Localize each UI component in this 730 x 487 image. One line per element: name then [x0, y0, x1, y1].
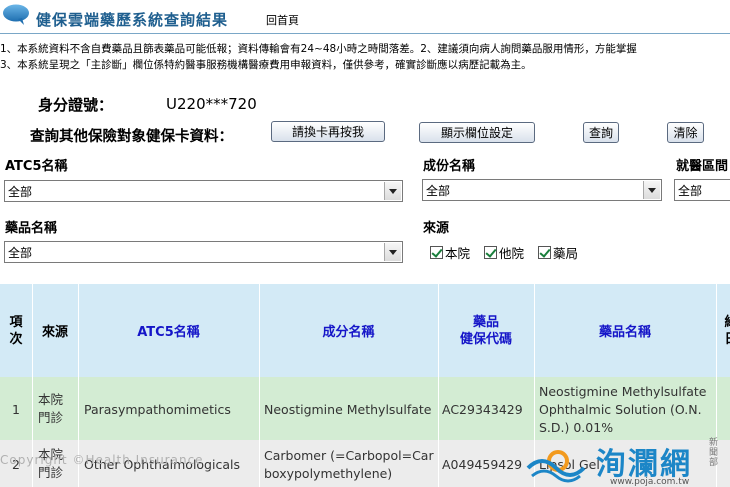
- checkbox-checked-icon[interactable]: [538, 246, 551, 259]
- clear-button[interactable]: 清除: [667, 122, 704, 143]
- region-select-value: 全部: [678, 183, 703, 198]
- cell-atc5: Parasympathomimetics: [84, 402, 231, 417]
- checkbox-checked-icon[interactable]: [484, 246, 497, 259]
- source-checkbox-pharmacy[interactable]: 藥局: [538, 243, 578, 262]
- drug-filter-label: 藥品名稱: [5, 221, 58, 236]
- search-button[interactable]: 查詢: [583, 122, 619, 143]
- logo-url: www.poja.com.tw: [610, 477, 690, 487]
- notice-line-2: 3、本系統呈現之「主診斷」欄位係特約醫事服務機構醫療費用申報資料，僅供參考，確實…: [0, 59, 532, 71]
- chevron-down-icon[interactable]: [384, 243, 401, 261]
- atc5-select-value: 全部: [8, 184, 33, 199]
- cell-drug-line: S.D.) 0.01%: [539, 420, 614, 435]
- header-text: 給: [724, 314, 730, 331]
- ingredient-select-value: 全部: [426, 183, 451, 198]
- wave-logo-icon: [526, 450, 586, 483]
- header-text: 健保代碼: [459, 331, 512, 347]
- source-option-label: 本院: [445, 246, 471, 261]
- column-header-ingredient[interactable]: 成分名稱: [259, 284, 438, 377]
- chevron-down-icon[interactable]: [643, 181, 660, 199]
- copyright-watermark: Copyright ©Health Insurance: [0, 453, 204, 467]
- cell-ingredient: Carbomer (=Carbopol=Car boxypolymethylen…: [264, 447, 434, 483]
- ingredient-select[interactable]: 全部: [422, 179, 662, 201]
- cell-drug-code: A049459429: [442, 457, 523, 472]
- header-text: 項次: [9, 314, 23, 347]
- cell-source-line: 本院: [38, 392, 64, 407]
- cell-drug-name: Neostigmine Methylsulfate Ophthalmic Sol…: [539, 383, 706, 437]
- cell-ingredient-line: Carbomer (=Carbopol=Car: [264, 448, 434, 463]
- reinsert-card-button[interactable]: 請換卡再按我: [271, 121, 385, 142]
- cell-ingredient-line: boxypolymethylene): [264, 466, 393, 481]
- cell-drug-line: Ophthalmic Solution (O.N.: [539, 402, 702, 417]
- cell-source: 本院 門診: [38, 391, 63, 427]
- column-header-days: 給 日: [716, 284, 730, 377]
- header-text: 藥品: [472, 314, 499, 330]
- cell-drug-line: Neostigmine Methylsulfate: [539, 384, 707, 399]
- column-settings-button[interactable]: 顯示欄位設定: [419, 122, 535, 143]
- column-header-atc5[interactable]: ATC5名稱: [78, 284, 259, 377]
- patient-id-label: 身分證號：: [38, 96, 114, 114]
- source-option-label: 他院: [499, 246, 525, 261]
- drug-select-value: 全部: [8, 245, 33, 260]
- header-text: 日: [724, 331, 730, 348]
- column-header-drug-code[interactable]: 藥品 健保代碼: [438, 284, 534, 377]
- source-option-label: 藥局: [553, 246, 579, 261]
- query-other-card-label: 查詢其他保險對象健保卡資料：: [30, 129, 233, 145]
- logo-side-text: 新聞部: [709, 438, 719, 468]
- column-header-index: 項次: [0, 284, 32, 377]
- page-title: 健保雲端藥歷系統查詢結果: [36, 11, 229, 29]
- column-header-drug-name[interactable]: 藥品名稱: [534, 284, 716, 377]
- checkbox-checked-icon[interactable]: [430, 246, 443, 259]
- cell-source-line: 門診: [38, 410, 64, 425]
- cell-ingredient: Neostigmine Methylsulfate: [264, 402, 432, 417]
- chevron-down-icon[interactable]: [384, 182, 401, 200]
- cell-index: 1: [12, 402, 20, 417]
- column-header-source: 來源: [41, 325, 68, 340]
- ingredient-filter-label: 成份名稱: [423, 159, 476, 174]
- header-divider: [0, 33, 730, 34]
- region-select[interactable]: 全部: [674, 179, 730, 201]
- speech-bubble-icon: [3, 4, 29, 25]
- cell-drug-code: AC29343429: [442, 402, 523, 417]
- source-checkbox-this-hospital[interactable]: 本院: [430, 243, 470, 262]
- page-header: 健保雲端藥歷系統查詢結果 回首頁: [0, 0, 730, 36]
- home-link[interactable]: 回首頁: [266, 12, 299, 28]
- patient-id-value: U220***720: [166, 95, 257, 113]
- atc5-select[interactable]: 全部: [4, 180, 403, 202]
- atc5-filter-label: ATC5名稱: [5, 159, 68, 174]
- site-logo-watermark: 洵瀾網 新聞部 www.poja.com.tw: [522, 436, 730, 487]
- drug-select[interactable]: 全部: [4, 241, 403, 263]
- source-filter-label: 來源: [423, 221, 450, 236]
- source-checkbox-other-hospital[interactable]: 他院: [484, 243, 524, 262]
- notice-line-1: 1、本系統資料不含自費藥品且篩表藥品可能低報；資料傳輸會有24~48小時之時間落…: [0, 43, 637, 55]
- region-filter-label: 就醫區間: [676, 159, 729, 174]
